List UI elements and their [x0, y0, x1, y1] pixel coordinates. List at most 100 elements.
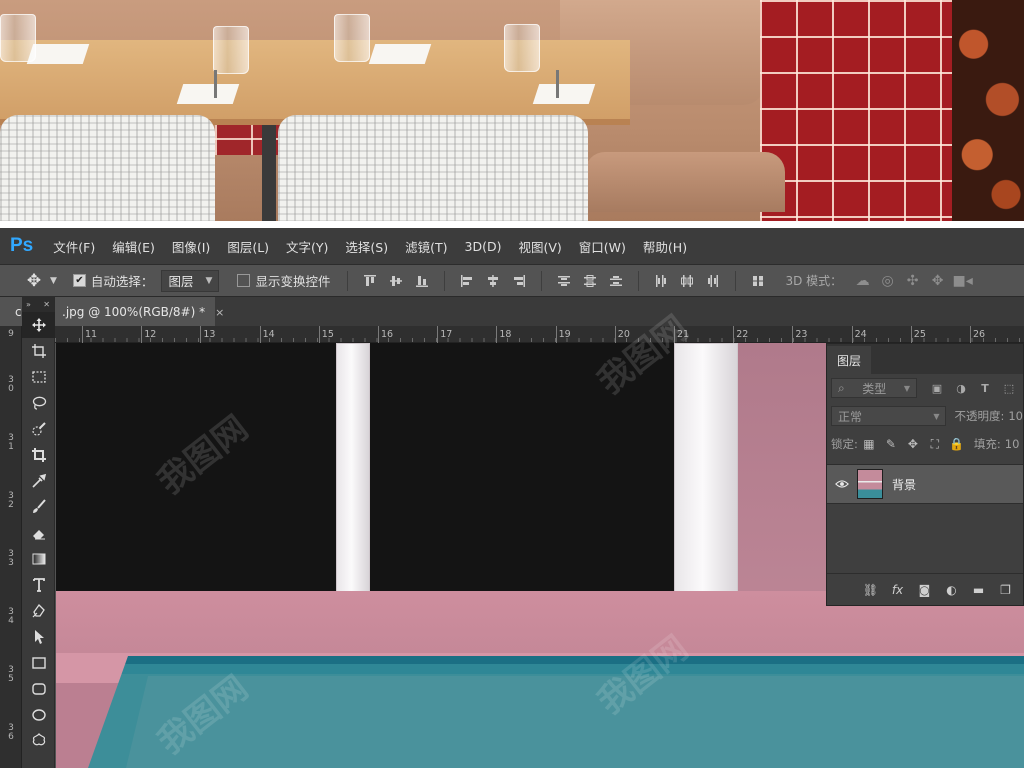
menu-window[interactable]: 窗口(W) [579, 237, 626, 256]
menu-edit[interactable]: 编辑(E) [112, 237, 155, 256]
auto-select-target-dropdown[interactable]: 图层 ▼ [161, 269, 220, 292]
close-icon[interactable]: ✕ [43, 300, 50, 309]
photo-table-leg [262, 125, 276, 221]
brush-tool[interactable] [22, 494, 55, 520]
filter-pixel-icon[interactable]: ▣ [925, 378, 949, 398]
3d-slide-icon[interactable]: ✥ [925, 270, 950, 292]
divider [638, 270, 640, 291]
distribute-bottom-icon[interactable] [603, 270, 629, 292]
align-vertical-centers-icon[interactable] [383, 270, 409, 292]
menu-filter[interactable]: 滤镜(T) [405, 237, 447, 256]
expand-icon[interactable]: » [26, 300, 31, 309]
align-bottom-edges-icon[interactable] [409, 270, 435, 292]
layers-panel-tab[interactable]: 图层 [827, 346, 872, 374]
lock-position-icon[interactable]: ✥ [902, 434, 924, 454]
vertical-ruler: 9 3 0 3 1 3 2 3 3 3 4 3 5 3 6 [0, 326, 22, 768]
distribute-left-icon[interactable] [648, 270, 674, 292]
photoshop-window: Ps 文件(F) 编辑(E) 图像(I) 图层(L) 文字(Y) 选择(S) 滤… [0, 228, 1024, 768]
menu-select[interactable]: 选择(S) [345, 237, 388, 256]
eye-icon[interactable] [827, 479, 857, 489]
adjustment-layer-icon[interactable]: ◐ [938, 580, 965, 600]
rectangle-icon [31, 657, 46, 669]
distribute-horizontal-centers-icon[interactable] [674, 270, 700, 292]
auto-align-layers-icon[interactable] [745, 270, 771, 292]
quick-selection-tool[interactable] [22, 416, 55, 442]
menu-file[interactable]: 文件(F) [53, 237, 95, 256]
photo-wicker-chair [278, 115, 588, 221]
chevron-down-icon[interactable]: ▼ [50, 276, 57, 286]
canvas-window-frame [674, 343, 738, 599]
artboard-tool[interactable] [22, 338, 55, 364]
3d-drag-icon[interactable]: ✣ [900, 270, 925, 292]
move-tool-preset-icon[interactable]: ✥ [22, 270, 46, 292]
hruler-label: 24 [854, 329, 867, 340]
hruler-tick [141, 326, 143, 343]
menu-image[interactable]: 图像(I) [172, 237, 210, 256]
distribute-vertical-centers-icon[interactable] [577, 270, 603, 292]
3d-roll-icon[interactable]: ◎ [875, 270, 900, 292]
filter-type-icon[interactable]: T [973, 378, 997, 398]
menu-view[interactable]: 视图(V) [518, 237, 561, 256]
new-layer-icon[interactable]: ❐ [992, 580, 1019, 600]
align-left-edges-icon[interactable] [454, 270, 480, 292]
add-mask-icon[interactable]: ◙ [911, 580, 938, 600]
pen-tool[interactable] [22, 598, 55, 624]
eyedropper-tool[interactable] [22, 468, 55, 494]
fill-field[interactable]: 10 [1005, 437, 1020, 451]
menu-help[interactable]: 帮助(H) [643, 237, 687, 256]
filter-shape-icon[interactable]: ⬚ [997, 378, 1021, 398]
menu-3d[interactable]: 3D(D) [465, 239, 502, 254]
3d-scale-icon[interactable]: ■◂ [950, 270, 975, 292]
path-selection-tool[interactable] [22, 624, 55, 650]
lock-all-icon[interactable]: 🔒 [946, 434, 968, 454]
layer-row[interactable]: 背景 [827, 464, 1023, 504]
opacity-field[interactable]: 10 [1008, 409, 1023, 423]
auto-select-checkbox[interactable]: ✔ [72, 274, 86, 287]
show-transform-checkbox[interactable] [237, 274, 251, 287]
hruler-label: 25 [913, 329, 926, 340]
move-tool[interactable] [22, 312, 55, 338]
tools-panel-grip[interactable]: » ✕ [22, 296, 54, 312]
gradient-tool[interactable] [22, 546, 55, 572]
layer-filter-kind-dropdown[interactable]: ⌕ 类型 ▼ [831, 378, 917, 398]
marquee-tool[interactable] [22, 364, 55, 390]
vruler-label: 3 3 [8, 549, 14, 568]
layer-style-fx-icon[interactable]: fx [884, 580, 911, 600]
align-horizontal-centers-icon[interactable] [480, 270, 506, 292]
canvas-dark-window [56, 343, 338, 591]
rectangle-tool[interactable] [22, 650, 55, 676]
align-top-edges-icon[interactable] [357, 270, 383, 292]
align-right-edges-icon[interactable] [506, 270, 532, 292]
custom-shape-tool[interactable] [22, 728, 55, 754]
crop-tool[interactable] [22, 442, 55, 468]
path-selection-icon [34, 630, 44, 644]
lasso-tool[interactable] [22, 390, 55, 416]
menu-layer[interactable]: 图层(L) [227, 237, 269, 256]
new-group-folder-icon[interactable]: ▬ [965, 580, 992, 600]
blend-mode-value: 正常 [838, 409, 863, 424]
rounded-rectangle-tool[interactable] [22, 676, 55, 702]
ellipse-tool[interactable] [22, 702, 55, 728]
menu-type[interactable]: 文字(Y) [286, 237, 328, 256]
lock-transparent-pixels-icon[interactable]: ▦ [858, 434, 880, 454]
close-icon[interactable]: × [215, 306, 224, 319]
vruler-label: 3 1 [8, 433, 14, 452]
tools-panel: » ✕ [22, 296, 55, 768]
vruler-label: 3 5 [8, 665, 14, 684]
distribute-top-icon[interactable] [551, 270, 577, 292]
canvas-window-frame [336, 343, 370, 599]
hruler-tick [614, 326, 616, 343]
filter-adjustment-icon[interactable]: ◑ [949, 378, 973, 398]
lock-image-pixels-icon[interactable]: ✎ [880, 434, 902, 454]
blend-mode-dropdown[interactable]: 正常 ▼ [831, 406, 947, 426]
rounded-rectangle-icon [31, 683, 46, 695]
eraser-tool[interactable] [22, 520, 55, 546]
link-layers-icon[interactable]: ⛓ [857, 580, 884, 600]
distribute-right-icon[interactable] [700, 270, 726, 292]
3d-orbit-icon[interactable]: ☁ [850, 270, 875, 292]
layer-filter-kind-value: 类型 [862, 381, 887, 396]
type-tool[interactable] [22, 572, 55, 598]
hruler-tick [82, 326, 83, 343]
prevent-auto-nesting-icon[interactable]: ⛶ [924, 434, 946, 454]
eraser-icon [32, 530, 45, 540]
